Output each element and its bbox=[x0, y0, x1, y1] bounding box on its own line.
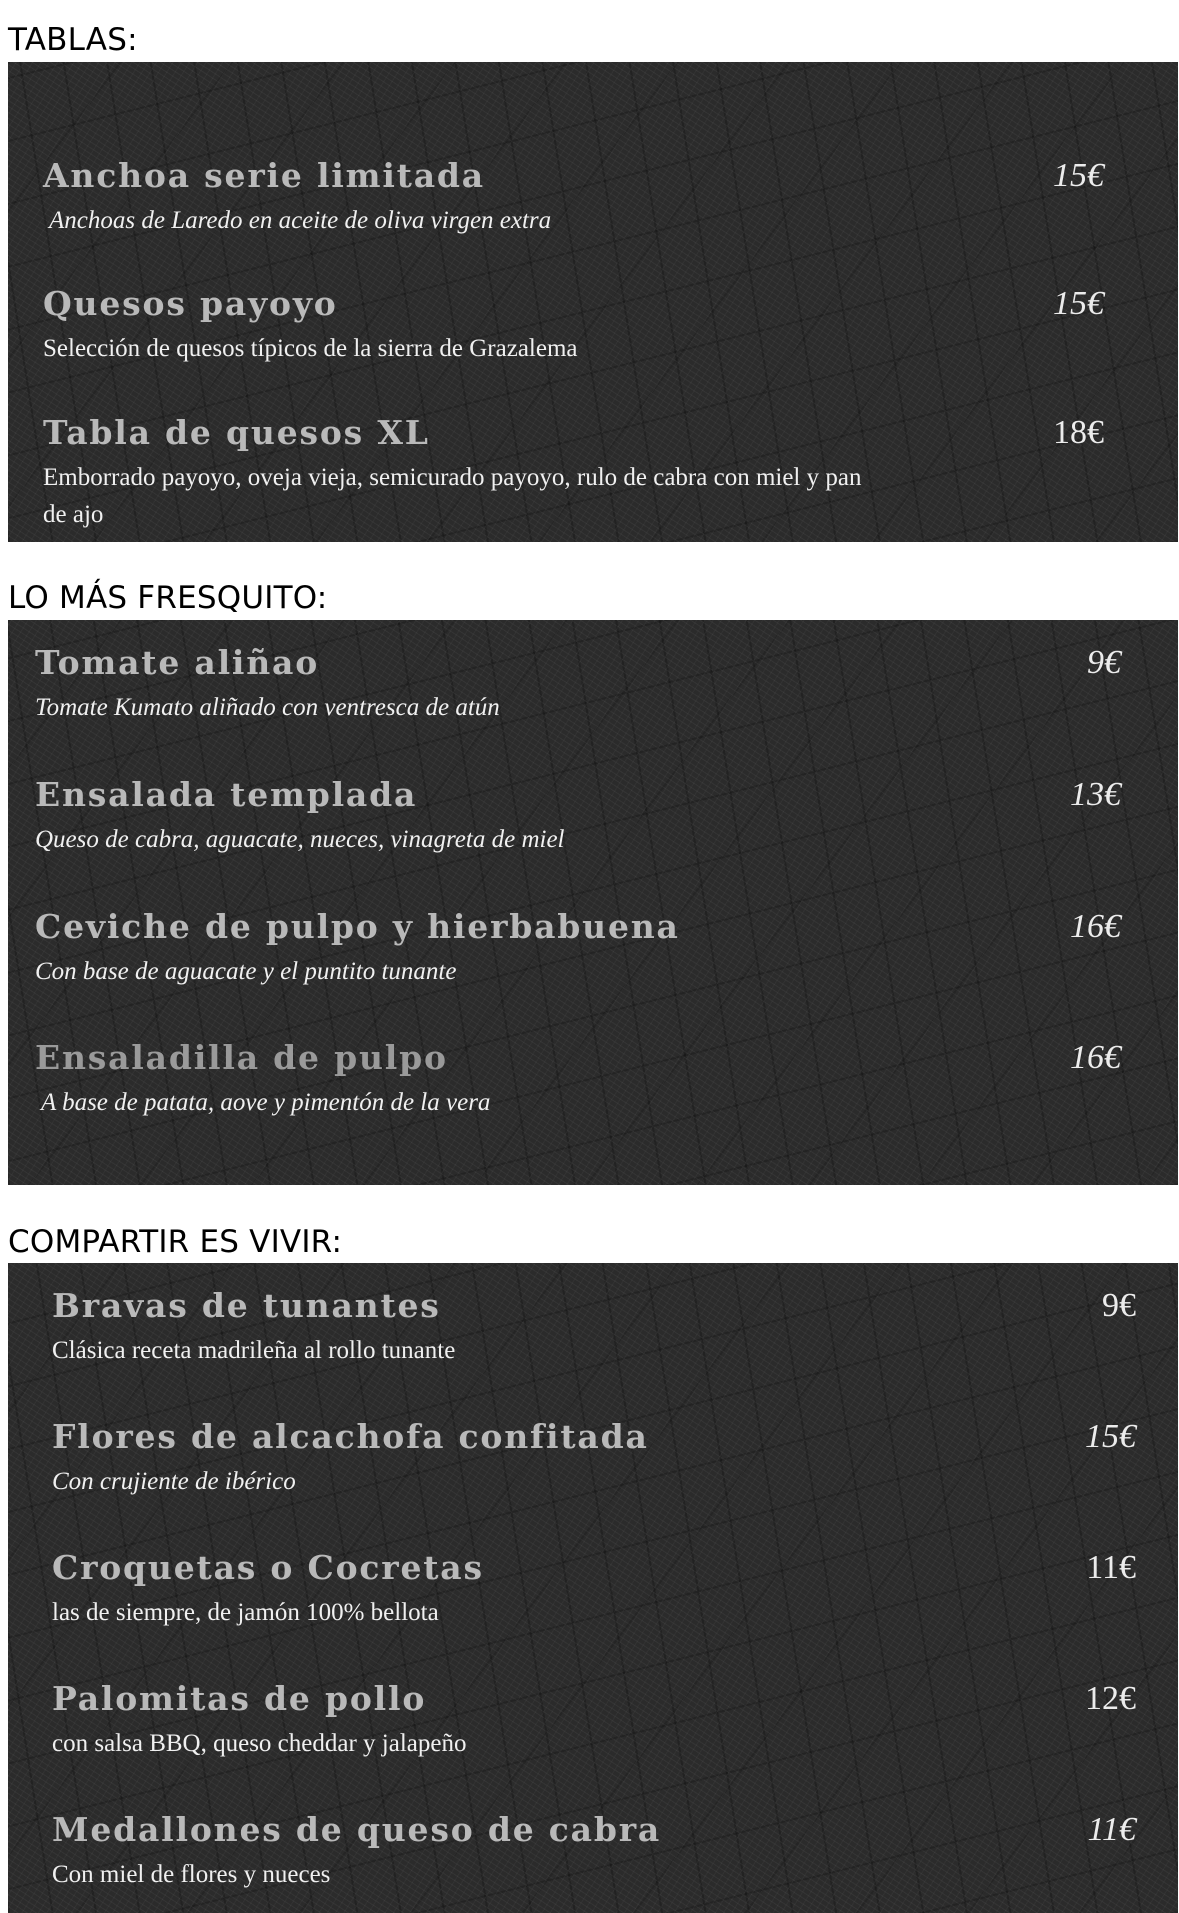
item-description: Con base de aguacate y el puntito tunant… bbox=[35, 958, 457, 985]
item-description: Anchoas de Laredo en aceite de oliva vir… bbox=[49, 207, 552, 234]
item-price: 16€ bbox=[1070, 908, 1121, 945]
menu-panel-fresquito: Tomate aliñao 9€ Tomate Kumato aliñado c… bbox=[8, 620, 1178, 1185]
item-price: 12€ bbox=[1085, 1680, 1136, 1717]
item-price: 13€ bbox=[1070, 776, 1121, 813]
item-description: con salsa BBQ, queso cheddar y jalapeño bbox=[52, 1730, 467, 1757]
item-price: 11€ bbox=[1087, 1811, 1136, 1848]
item-description: Tomate Kumato aliñado con ventresca de a… bbox=[35, 694, 500, 721]
item-name: Ceviche de pulpo y hierbabuena bbox=[35, 907, 680, 946]
item-name: Anchoa serie limitada bbox=[43, 156, 485, 195]
section-heading-tablas: TABLAS: bbox=[8, 22, 138, 58]
item-name: Tomate aliñao bbox=[35, 643, 320, 682]
item-description: las de siempre, de jamón 100% bellota bbox=[52, 1599, 439, 1626]
item-description: A base de patata, aove y pimentón de la … bbox=[41, 1089, 491, 1116]
item-description: Emborrado payoyo, oveja vieja, semicurad… bbox=[43, 464, 862, 528]
menu-panel-tablas: Anchoa serie limitada 15€ Anchoas de Lar… bbox=[8, 62, 1178, 542]
item-price: 15€ bbox=[1053, 285, 1104, 322]
section-heading-fresquito: LO MÁS FRESQUITO: bbox=[8, 580, 328, 616]
item-description: Selección de quesos típicos de la sierra… bbox=[43, 335, 578, 362]
item-name: Flores de alcachofa confitada bbox=[52, 1417, 649, 1456]
item-price: 15€ bbox=[1085, 1418, 1136, 1455]
item-description: Clásica receta madrileña al rollo tunant… bbox=[52, 1337, 456, 1364]
menu-panel-compartir: Bravas de tunantes 9€ Clásica receta mad… bbox=[8, 1263, 1178, 1913]
item-name: Ensaladilla de pulpo bbox=[35, 1038, 448, 1077]
item-description: Con miel de flores y nueces bbox=[52, 1861, 331, 1888]
item-name: Tabla de quesos XL bbox=[43, 413, 430, 452]
item-price: 9€ bbox=[1087, 644, 1121, 681]
item-description: Queso de cabra, aguacate, nueces, vinagr… bbox=[35, 826, 565, 853]
item-price: 15€ bbox=[1053, 157, 1104, 194]
item-name: Quesos payoyo bbox=[43, 284, 338, 323]
item-description: Con crujiente de ibérico bbox=[52, 1468, 296, 1495]
item-price: 9€ bbox=[1102, 1287, 1136, 1324]
item-name: Croquetas o Cocretas bbox=[52, 1548, 484, 1587]
item-name: Medallones de queso de cabra bbox=[52, 1810, 662, 1849]
item-price: 16€ bbox=[1070, 1039, 1121, 1076]
item-name: Palomitas de pollo bbox=[52, 1679, 427, 1718]
section-heading-compartir: COMPARTIR ES VIVIR: bbox=[8, 1224, 343, 1260]
item-name: Bravas de tunantes bbox=[52, 1286, 441, 1325]
item-price: 11€ bbox=[1086, 1549, 1136, 1586]
item-name: Ensalada templada bbox=[35, 775, 418, 814]
item-price: 18€ bbox=[1053, 414, 1104, 451]
